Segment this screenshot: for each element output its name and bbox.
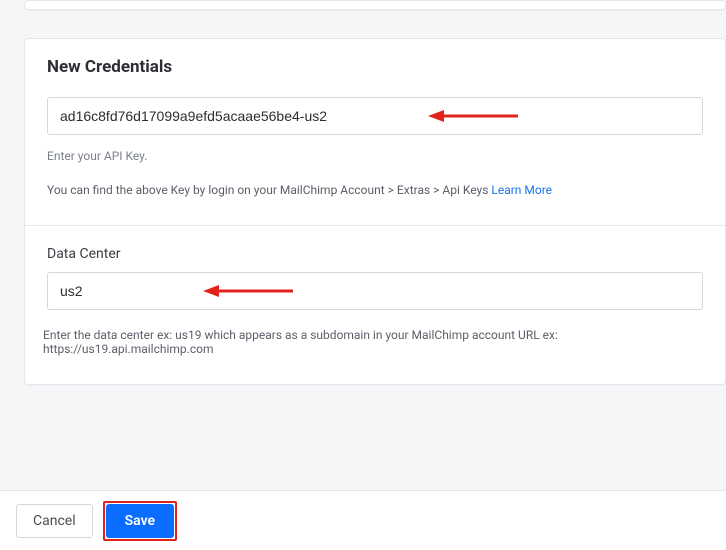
save-button[interactable]: Save bbox=[106, 504, 174, 538]
cancel-button[interactable]: Cancel bbox=[16, 504, 93, 538]
api-key-input-wrap[interactable] bbox=[47, 97, 703, 135]
data-center-input[interactable] bbox=[60, 283, 690, 299]
instructions-text: You can find the above Key by login on y… bbox=[47, 183, 491, 197]
api-key-help: Enter your API Key. bbox=[47, 149, 703, 163]
api-key-input[interactable] bbox=[60, 108, 690, 124]
new-credentials-card: New Credentials Enter your API Key. You … bbox=[24, 38, 726, 385]
data-center-help: Enter the data center ex: us19 which app… bbox=[25, 310, 725, 356]
previous-card-sliver bbox=[24, 0, 726, 10]
api-key-instructions: You can find the above Key by login on y… bbox=[47, 183, 703, 197]
api-key-section: Enter your API Key. You can find the abo… bbox=[25, 97, 725, 197]
data-center-section bbox=[25, 272, 725, 310]
save-highlight-annotation: Save bbox=[103, 501, 177, 541]
data-center-input-wrap[interactable] bbox=[47, 272, 703, 310]
learn-more-link[interactable]: Learn More bbox=[491, 183, 552, 197]
card-title: New Credentials bbox=[25, 39, 725, 97]
data-center-label: Data Center bbox=[25, 226, 725, 272]
footer-bar: Cancel Save bbox=[0, 490, 726, 550]
